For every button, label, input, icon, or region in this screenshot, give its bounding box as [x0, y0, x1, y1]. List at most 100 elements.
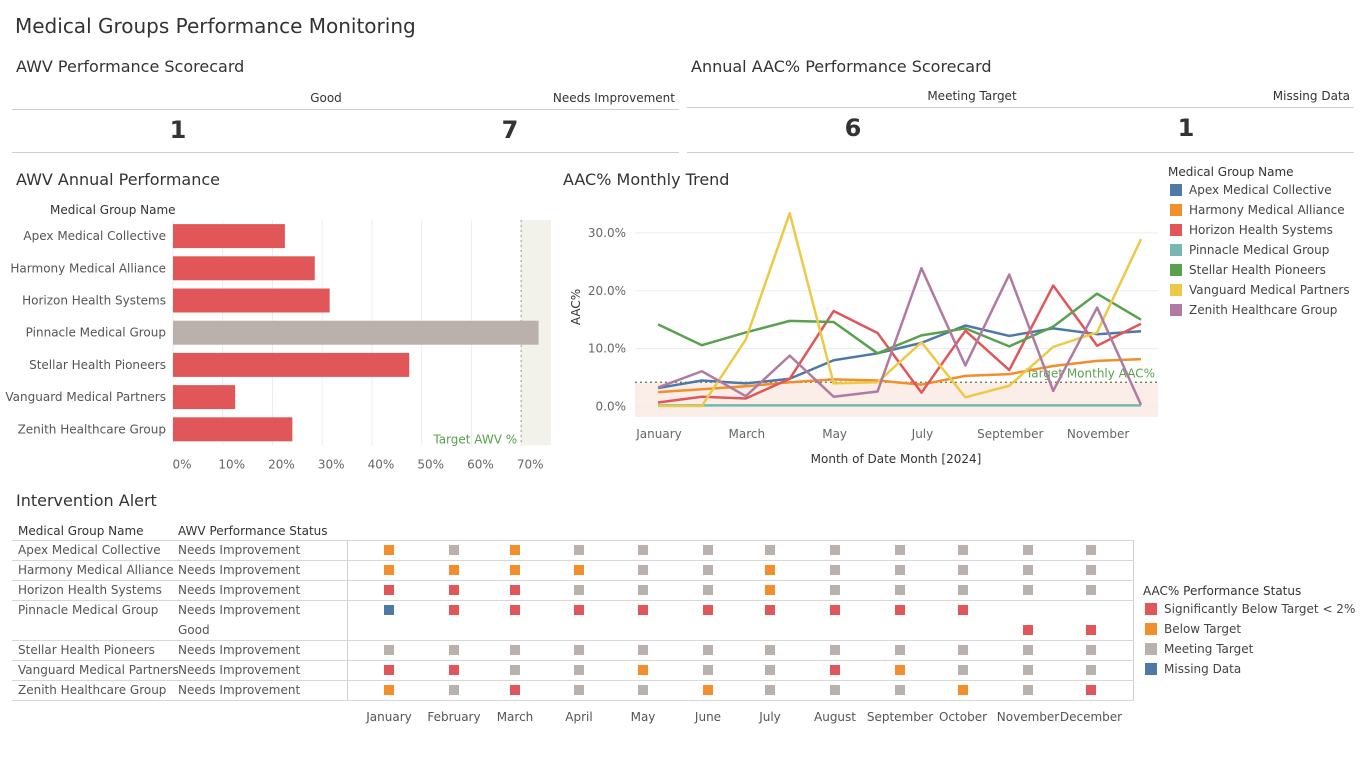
legend-item[interactable]: Zenith Healthcare Group — [1170, 303, 1337, 317]
status-cell[interactable] — [384, 685, 394, 695]
status-cell[interactable] — [830, 665, 840, 675]
status-cell[interactable] — [638, 585, 648, 595]
status-cell[interactable] — [449, 605, 459, 615]
status-cell[interactable] — [510, 685, 520, 695]
status-cell[interactable] — [1023, 625, 1033, 635]
aac-meeting-value[interactable]: 6 — [823, 114, 883, 142]
status-cell[interactable] — [1086, 645, 1096, 655]
status-cell[interactable] — [1023, 665, 1033, 675]
status-cell[interactable] — [638, 685, 648, 695]
status-cell[interactable] — [703, 605, 713, 615]
status-cell[interactable] — [384, 565, 394, 575]
legend-item[interactable]: Horizon Health Systems — [1170, 223, 1333, 237]
status-cell[interactable] — [830, 585, 840, 595]
status-cell[interactable] — [510, 585, 520, 595]
status-cell[interactable] — [510, 545, 520, 555]
status-cell[interactable] — [958, 645, 968, 655]
status-cell[interactable] — [765, 545, 775, 555]
status-cell[interactable] — [1086, 665, 1096, 675]
legend-item[interactable]: Harmony Medical Alliance — [1170, 203, 1345, 217]
status-cell[interactable] — [958, 605, 968, 615]
status-cell[interactable] — [638, 565, 648, 575]
legend-item[interactable]: Apex Medical Collective — [1170, 183, 1332, 197]
status-cell[interactable] — [574, 605, 584, 615]
status-cell[interactable] — [895, 545, 905, 555]
status-cell[interactable] — [449, 665, 459, 675]
status-cell[interactable] — [449, 545, 459, 555]
legend-swatch — [1170, 204, 1182, 216]
status-cell[interactable] — [384, 545, 394, 555]
legend-item[interactable]: Stellar Health Pioneers — [1170, 263, 1326, 277]
aac-missing-value[interactable]: 1 — [1156, 114, 1216, 142]
status-cell[interactable] — [958, 685, 968, 695]
status-cell[interactable] — [1023, 565, 1033, 575]
status-cell[interactable] — [1086, 565, 1096, 575]
status-cell[interactable] — [703, 645, 713, 655]
status-cell[interactable] — [449, 565, 459, 575]
status-cell[interactable] — [510, 605, 520, 615]
status-cell[interactable] — [958, 665, 968, 675]
awv-needs-value[interactable]: 7 — [480, 116, 540, 144]
status-cell[interactable] — [703, 565, 713, 575]
status-cell[interactable] — [638, 545, 648, 555]
status-cell[interactable] — [895, 665, 905, 675]
status-cell[interactable] — [895, 585, 905, 595]
status-cell[interactable] — [1086, 685, 1096, 695]
status-cell[interactable] — [958, 545, 968, 555]
status-cell[interactable] — [1086, 545, 1096, 555]
status-cell[interactable] — [765, 565, 775, 575]
status-cell[interactable] — [895, 685, 905, 695]
status-cell[interactable] — [1023, 545, 1033, 555]
status-cell[interactable] — [574, 585, 584, 595]
legend-item[interactable]: Vanguard Medical Partners — [1170, 283, 1350, 297]
status-cell[interactable] — [830, 605, 840, 615]
status-cell[interactable] — [765, 645, 775, 655]
status-cell[interactable] — [958, 585, 968, 595]
status-cell[interactable] — [765, 605, 775, 615]
status-cell[interactable] — [384, 645, 394, 655]
status-cell[interactable] — [1086, 625, 1096, 635]
status-cell[interactable] — [384, 605, 394, 615]
status-legend-item[interactable]: Meeting Target — [1145, 642, 1253, 656]
status-cell[interactable] — [703, 665, 713, 675]
status-cell[interactable] — [703, 545, 713, 555]
status-cell[interactable] — [1023, 645, 1033, 655]
status-legend-item[interactable]: Missing Data — [1145, 662, 1241, 676]
status-cell[interactable] — [1023, 685, 1033, 695]
status-cell[interactable] — [510, 645, 520, 655]
legend-item[interactable]: Pinnacle Medical Group — [1170, 243, 1329, 257]
status-cell[interactable] — [510, 665, 520, 675]
status-cell[interactable] — [574, 645, 584, 655]
status-cell[interactable] — [384, 585, 394, 595]
status-cell[interactable] — [638, 605, 648, 615]
status-cell[interactable] — [895, 645, 905, 655]
status-legend-item[interactable]: Significantly Below Target < 2% — [1145, 602, 1355, 616]
status-cell[interactable] — [830, 565, 840, 575]
status-cell[interactable] — [830, 545, 840, 555]
status-cell[interactable] — [574, 665, 584, 675]
status-cell[interactable] — [574, 685, 584, 695]
status-cell[interactable] — [510, 565, 520, 575]
status-cell[interactable] — [703, 585, 713, 595]
status-cell[interactable] — [574, 545, 584, 555]
status-cell[interactable] — [765, 665, 775, 675]
status-cell[interactable] — [449, 645, 459, 655]
status-cell[interactable] — [449, 685, 459, 695]
status-cell[interactable] — [765, 585, 775, 595]
status-cell[interactable] — [1086, 585, 1096, 595]
status-cell[interactable] — [449, 585, 459, 595]
status-cell[interactable] — [895, 565, 905, 575]
status-cell[interactable] — [830, 685, 840, 695]
status-cell[interactable] — [703, 685, 713, 695]
status-cell[interactable] — [1023, 585, 1033, 595]
status-cell[interactable] — [830, 645, 840, 655]
status-cell[interactable] — [384, 665, 394, 675]
awv-good-value[interactable]: 1 — [148, 116, 208, 144]
status-cell[interactable] — [638, 645, 648, 655]
status-cell[interactable] — [574, 565, 584, 575]
status-cell[interactable] — [895, 605, 905, 615]
status-legend-item[interactable]: Below Target — [1145, 622, 1241, 636]
status-cell[interactable] — [638, 665, 648, 675]
status-cell[interactable] — [765, 685, 775, 695]
status-cell[interactable] — [958, 565, 968, 575]
